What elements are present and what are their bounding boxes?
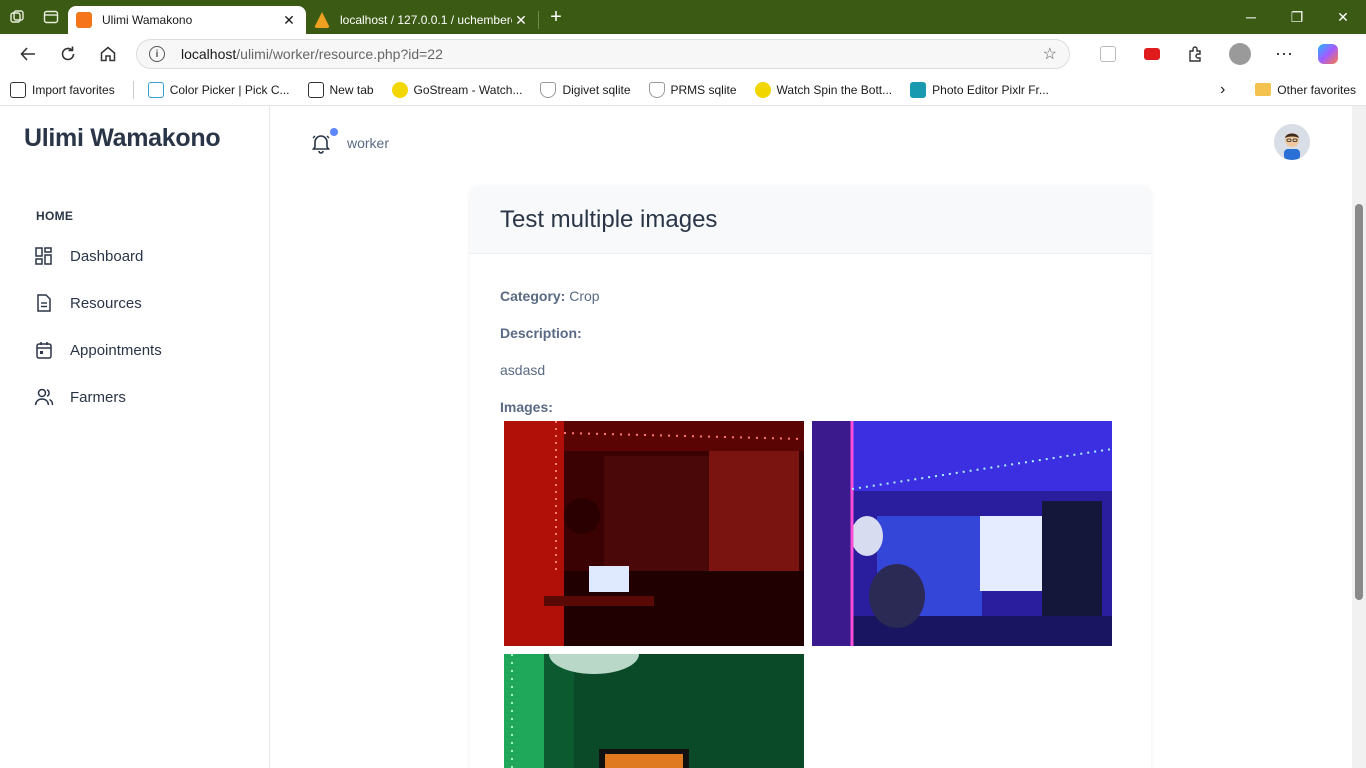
category-row: Category: Crop: [500, 288, 600, 304]
refresh-icon[interactable]: [48, 38, 88, 70]
toolbar-extensions: ⋯: [1086, 38, 1350, 70]
url-field[interactable]: i localhost/ulimi/worker/resource.php?id…: [136, 39, 1070, 69]
users-icon: [34, 388, 54, 406]
favorites-divider: [132, 80, 134, 99]
sidebar-item-label: Farmers: [70, 388, 126, 406]
bell-icon[interactable]: [310, 132, 332, 159]
window-close-icon[interactable]: ✕: [1320, 0, 1366, 34]
play-icon: [391, 81, 408, 98]
import-icon: [10, 81, 26, 98]
profile-icon[interactable]: [1218, 38, 1262, 70]
file-icon: [37, 294, 51, 312]
dashboard-icon: [35, 247, 52, 265]
images-label-row: Images:: [500, 399, 553, 415]
resource-card: Test multiple images Category: Crop Desc…: [470, 186, 1151, 768]
url-host: localhost: [181, 46, 237, 62]
favorite-label: PRMS sqlite: [670, 82, 737, 97]
url-path: /ulimi/worker/resource.php?id=22: [236, 46, 443, 62]
resource-card-header: Test multiple images: [470, 186, 1151, 254]
tab-phpmyadmin[interactable]: localhost / 127.0.0.1 / uchembere ✕: [306, 6, 538, 34]
page-header: worker: [270, 106, 1352, 176]
new-tab-page-icon: [307, 81, 324, 98]
xampp-favicon-icon: [76, 12, 92, 28]
site-info-icon[interactable]: i: [149, 46, 165, 62]
shield-icon: [648, 81, 665, 98]
extension-puzzle-grey-icon[interactable]: [1086, 38, 1130, 70]
sidebar-item-farmers[interactable]: Farmers: [34, 387, 126, 407]
folder-icon: [1255, 83, 1272, 96]
sidebar-item-label: Resources: [70, 294, 142, 312]
description-label: Description:: [500, 325, 582, 341]
sidebar-item-label: Dashboard: [70, 247, 144, 265]
resource-image-blue[interactable]: [812, 421, 1112, 646]
phpmyadmin-favicon-icon: [314, 12, 330, 28]
more-menu-icon[interactable]: ⋯: [1262, 38, 1306, 70]
pixlr-icon: [910, 81, 927, 98]
play-icon: [754, 81, 771, 98]
extensions-icon[interactable]: [1174, 38, 1218, 70]
user-role: worker: [347, 135, 390, 151]
favorite-label: New tab: [329, 82, 374, 97]
favorites-overflow: › Other favorites: [1220, 81, 1356, 99]
favorites-bar: Import favorites Color Picker | Pick C..…: [0, 74, 1366, 106]
tab-actions-icon[interactable]: [34, 0, 68, 34]
sidebar: Ulimi Wamakono HOME Dashboard Resources …: [0, 106, 270, 768]
notification-dot: [330, 128, 338, 136]
restore-icon[interactable]: ❐: [1274, 0, 1320, 34]
resource-image-red[interactable]: [504, 421, 804, 646]
sidebar-item-dashboard[interactable]: Dashboard: [34, 246, 143, 266]
category-label: Category:: [500, 288, 566, 304]
category-value: Crop: [569, 288, 600, 304]
favorite-label: Photo Editor Pixlr Fr...: [932, 82, 1049, 97]
new-tab-plus-icon[interactable]: +: [539, 0, 573, 34]
home-icon[interactable]: [88, 38, 128, 70]
youtube-extension-icon[interactable]: [1130, 38, 1174, 70]
other-favorites[interactable]: Other favorites: [1277, 83, 1356, 97]
address-toolbar: i localhost/ulimi/worker/resource.php?id…: [0, 34, 1366, 74]
calendar-icon: [36, 342, 52, 359]
favorite-label: Import favorites: [32, 82, 115, 97]
favorite-gostream[interactable]: GoStream - Watch...: [391, 81, 523, 98]
window-controls: ─ ❐ ✕: [1228, 0, 1366, 34]
images-label: Images:: [500, 399, 553, 415]
favorite-digivet[interactable]: Digivet sqlite: [540, 81, 631, 98]
workspaces-icon[interactable]: [0, 0, 34, 34]
sidebar-item-appointments[interactable]: Appointments: [34, 340, 162, 360]
sidebar-item-label: Appointments: [70, 341, 162, 359]
favorite-pixlr[interactable]: Photo Editor Pixlr Fr...: [910, 81, 1049, 98]
favorite-import[interactable]: Import favorites: [10, 81, 115, 98]
description-label-row: Description:: [500, 325, 582, 341]
chevron-right-icon[interactable]: ›: [1220, 81, 1225, 99]
description-value: asdasd: [500, 362, 546, 378]
favorite-spin-bottle[interactable]: Watch Spin the Bott...: [754, 81, 893, 98]
color-picker-icon: [147, 81, 164, 98]
favorite-prms[interactable]: PRMS sqlite: [648, 81, 737, 98]
shield-icon: [540, 81, 557, 98]
tab-title: Ulimi Wamakono: [102, 13, 193, 27]
close-tab-icon[interactable]: ✕: [280, 12, 298, 29]
favorite-new-tab[interactable]: New tab: [307, 81, 374, 98]
favorite-color-picker[interactable]: Color Picker | Pick C...: [147, 81, 290, 98]
browser-tab-strip: Ulimi Wamakono ✕ localhost / 127.0.0.1 /…: [0, 0, 1366, 34]
minimize-icon[interactable]: ─: [1228, 0, 1274, 34]
favorite-star-icon[interactable]: ☆: [1043, 44, 1057, 64]
tab-ulimi[interactable]: Ulimi Wamakono ✕: [68, 6, 306, 34]
favorite-label: Watch Spin the Bott...: [776, 82, 893, 97]
sidebar-section-home: HOME: [36, 209, 74, 223]
favorite-label: Digivet sqlite: [562, 82, 631, 97]
avatar[interactable]: [1274, 124, 1310, 160]
brand-logo[interactable]: Ulimi Wamakono: [24, 124, 221, 153]
sidebar-item-resources[interactable]: Resources: [34, 293, 142, 313]
resource-image-green[interactable]: [504, 654, 804, 768]
web-page: Ulimi Wamakono HOME Dashboard Resources …: [0, 106, 1352, 768]
resource-title: Test multiple images: [500, 205, 718, 233]
copilot-icon[interactable]: [1306, 38, 1350, 70]
favorite-label: Color Picker | Pick C...: [169, 82, 290, 97]
favorite-label: GoStream - Watch...: [413, 82, 523, 97]
back-arrow-icon[interactable]: [8, 38, 48, 70]
scrollbar-thumb[interactable]: [1355, 204, 1363, 600]
page-scrollbar[interactable]: [1352, 106, 1366, 768]
tab-title: localhost / 127.0.0.1 / uchembere: [340, 13, 512, 27]
close-tab-icon[interactable]: ✕: [512, 12, 530, 29]
